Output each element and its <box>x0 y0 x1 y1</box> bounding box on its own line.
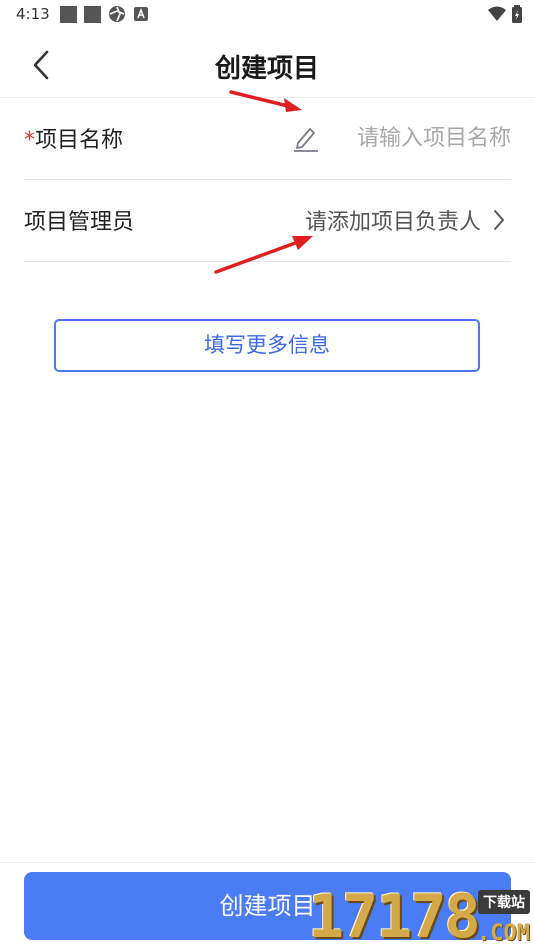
app-header: 创建项目 <box>0 28 534 98</box>
project-name-label: *项目名称 <box>24 122 123 154</box>
wifi-icon <box>488 6 506 21</box>
project-name-input[interactable] <box>331 118 511 158</box>
create-project-button[interactable]: 创建项目 <box>24 872 511 940</box>
pencil-icon <box>294 128 318 152</box>
project-manager-row[interactable]: 项目管理员 请添加项目负责人 <box>24 180 511 262</box>
aperture-icon <box>109 6 125 22</box>
notification-square-icon <box>84 6 101 23</box>
project-manager-value[interactable]: 请添加项目负责人 <box>305 204 481 236</box>
status-bar: 4:13 <box>0 0 534 28</box>
bottom-divider <box>0 862 534 863</box>
a-badge-icon <box>134 7 148 21</box>
notification-square-icon <box>60 6 77 23</box>
page-title: 创建项目 <box>214 54 319 84</box>
fill-more-info-button[interactable]: 填写更多信息 <box>54 319 480 372</box>
project-name-row: *项目名称 <box>24 98 511 180</box>
chevron-right-icon <box>494 210 504 230</box>
status-time: 4:13 <box>16 5 50 23</box>
required-mark: * <box>24 128 35 153</box>
project-name-label-text: 项目名称 <box>35 128 124 153</box>
battery-charging-icon <box>512 5 522 23</box>
project-manager-label: 项目管理员 <box>24 210 135 235</box>
